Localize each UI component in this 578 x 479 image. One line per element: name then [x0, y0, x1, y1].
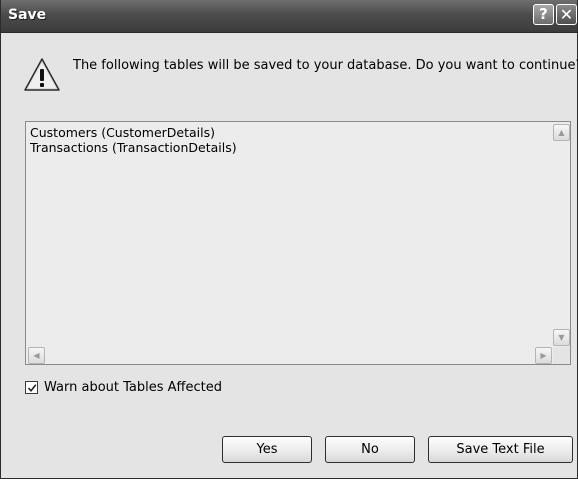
dialog-title: Save	[8, 7, 47, 23]
no-button[interactable]: No	[325, 436, 415, 463]
list-item[interactable]: Transactions (TransactionDetails)	[30, 140, 237, 155]
scroll-right-button[interactable]: ▶	[535, 347, 552, 364]
checkmark-icon	[27, 384, 37, 393]
warn-checkbox-label[interactable]: Warn about Tables Affected	[44, 380, 222, 395]
help-button[interactable]: ?	[533, 4, 554, 25]
confirmation-message: The following tables will be saved to yo…	[73, 58, 578, 73]
save-text-file-button[interactable]: Save Text File	[428, 436, 573, 463]
tables-listbox[interactable]: Customers (CustomerDetails) Transactions…	[25, 121, 571, 365]
warn-checkbox[interactable]	[25, 381, 38, 394]
horizontal-scrollbar[interactable]: ◀ ▶	[26, 347, 553, 364]
scroll-left-button[interactable]: ◀	[28, 347, 45, 364]
scroll-up-button[interactable]: ▲	[553, 124, 570, 141]
list-item[interactable]: Customers (CustomerDetails)	[30, 125, 237, 140]
yes-button[interactable]: Yes	[222, 436, 312, 463]
tables-list: Customers (CustomerDetails) Transactions…	[30, 125, 237, 155]
scroll-down-button[interactable]: ▼	[553, 329, 570, 346]
vertical-scrollbar[interactable]: ▲ ▼	[553, 122, 570, 347]
warning-icon	[24, 58, 60, 91]
save-dialog: Save ? ✕ The following tables will be sa…	[0, 0, 578, 479]
title-bar[interactable]: Save ? ✕	[1, 0, 577, 33]
close-button[interactable]: ✕	[556, 4, 577, 25]
scrollbar-corner	[553, 347, 570, 364]
